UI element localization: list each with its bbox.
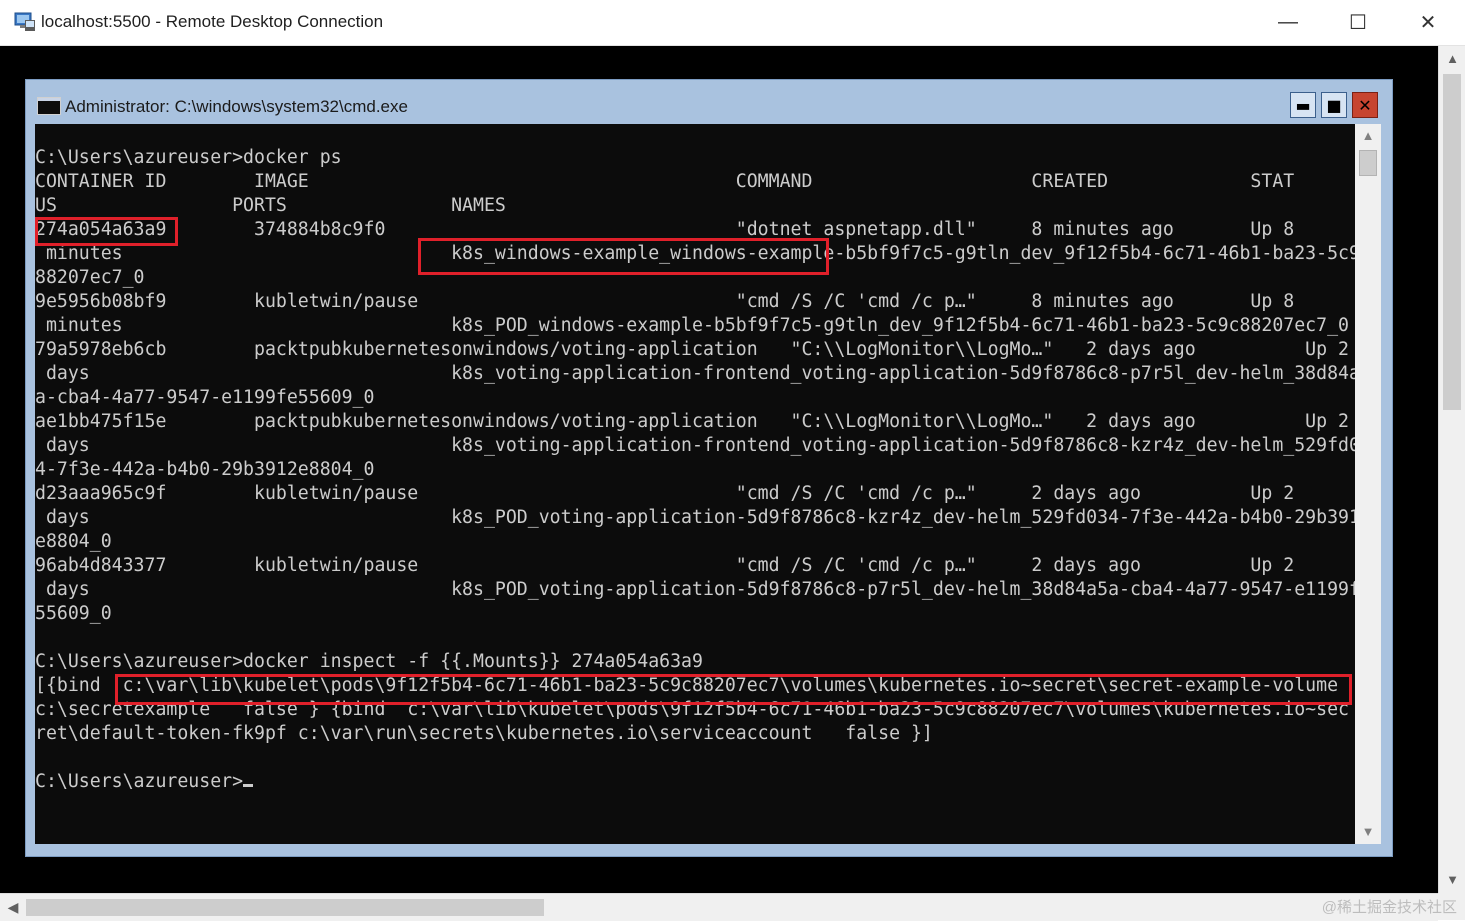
console-line: C:\Users\azureuser>	[35, 771, 244, 792]
console-line: 96ab4d843377 kubletwin/pause "cmd /S /C …	[35, 555, 1295, 576]
highlight-container-id	[35, 217, 178, 246]
console-line: days k8s_POD_voting-application-5d9f8786…	[35, 579, 1355, 600]
text-cursor	[243, 784, 254, 787]
scroll-down-icon[interactable]: ▼	[1355, 820, 1381, 844]
cmd-scroll-thumb[interactable]	[1359, 150, 1377, 176]
console-line: minutes k8s_POD_windows-example-b5bf9f7c…	[35, 315, 1349, 336]
rdp-vscroll-thumb[interactable]	[1443, 74, 1461, 410]
console-line: days k8s_voting-application-frontend_vot…	[35, 363, 1355, 384]
cmd-close-button[interactable]: ✕	[1352, 92, 1378, 118]
maximize-icon: ■	[1326, 95, 1342, 115]
console-line: d23aaa965c9f kubletwin/pause "cmd /S /C …	[35, 483, 1295, 504]
console-line: 4-7f3e-442a-b4b0-29b3912e8804_0	[35, 459, 375, 480]
cmd-maximize-button[interactable]: ■	[1321, 92, 1347, 118]
scroll-down-icon[interactable]: ▼	[1439, 869, 1465, 891]
remote-desktop-icon	[14, 12, 35, 31]
close-icon: ✕	[1358, 95, 1372, 115]
minimize-icon: ▬	[1295, 95, 1311, 115]
cmd-titlebar[interactable]: Administrator: C:\windows\system32\cmd.e…	[26, 80, 1392, 124]
console-line: 88207ec7_0	[35, 267, 145, 288]
rdp-close-button[interactable]: ✕	[1393, 0, 1463, 45]
console-line: C:\Users\azureuser>docker ps	[35, 147, 342, 168]
console-line: days k8s_voting-application-frontend_vot…	[35, 435, 1355, 456]
rdp-titlebar: localhost:5500 - Remote Desktop Connecti…	[0, 0, 1465, 46]
cmd-vertical-scrollbar[interactable]: ▲ ▼	[1355, 124, 1381, 844]
rdp-maximize-button[interactable]: ☐	[1323, 0, 1393, 45]
cmd-icon	[37, 97, 61, 115]
console-line: C:\Users\azureuser>docker inspect -f {{.…	[35, 651, 703, 672]
cmd-window-title: Administrator: C:\windows\system32\cmd.e…	[65, 97, 408, 116]
highlight-mount-path	[115, 674, 1352, 705]
console-line: 55609_0	[35, 603, 112, 624]
console-line: e8804_0	[35, 531, 112, 552]
watermark: @稀土掘金技术社区	[1321, 899, 1457, 916]
close-icon: ✕	[1419, 12, 1437, 34]
scroll-left-icon[interactable]: ◀	[2, 894, 24, 921]
maximize-icon: ☐	[1349, 12, 1367, 34]
highlight-container-name	[418, 238, 829, 275]
rdp-window-title: localhost:5500 - Remote Desktop Connecti…	[41, 12, 384, 31]
console-line: days k8s_POD_voting-application-5d9f8786…	[35, 507, 1355, 528]
console-line: 9e5956b08bf9 kubletwin/pause "cmd /S /C …	[35, 291, 1295, 312]
remote-desktop-viewport[interactable]: Administrator: C:\windows\system32\cmd.e…	[0, 46, 1438, 893]
console-line: CONTAINER ID IMAGE COMMAND CREATED STAT	[35, 171, 1295, 192]
minimize-icon: —	[1278, 11, 1298, 33]
console-line: US PORTS NAMES	[35, 195, 506, 216]
scroll-up-icon[interactable]: ▲	[1355, 124, 1381, 148]
rdp-hscroll-thumb[interactable]	[26, 899, 544, 916]
rdp-horizontal-scrollbar[interactable]: ◀	[0, 893, 1438, 921]
console-line: ret\default-token-fk9pf c:\var\run\secre…	[35, 723, 933, 744]
console-line: 274a054a63a9 374884b8c9f0 "dotnet aspnet…	[35, 219, 1295, 240]
cmd-window[interactable]: Administrator: C:\windows\system32\cmd.e…	[25, 79, 1393, 857]
console-output[interactable]: C:\Users\azureuser>docker ps CONTAINER I…	[35, 124, 1355, 844]
console-line: a-cba4-4a77-9547-e1199fe55609_0	[35, 387, 375, 408]
scroll-up-icon[interactable]: ▲	[1439, 48, 1465, 70]
console-line: 79a5978eb6cb packtpubkubernetesonwindows…	[35, 339, 1349, 360]
rdp-minimize-button[interactable]: —	[1253, 0, 1323, 45]
rdp-vertical-scrollbar[interactable]: ▲ ▼	[1438, 46, 1465, 893]
console-line: ae1bb475f15e packtpubkubernetesonwindows…	[35, 411, 1349, 432]
cmd-minimize-button[interactable]: ▬	[1290, 92, 1316, 118]
